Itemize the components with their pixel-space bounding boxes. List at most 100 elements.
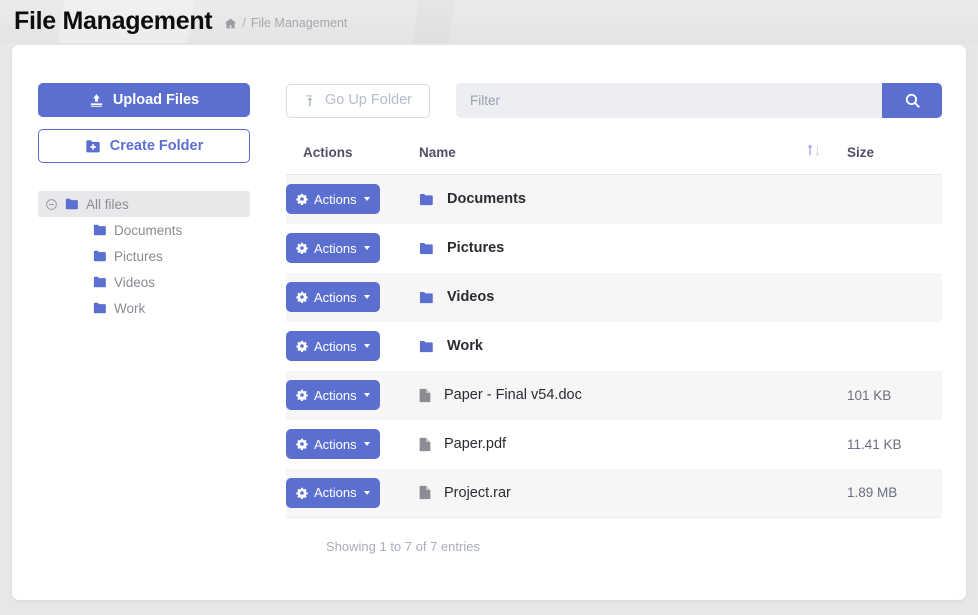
column-header-name[interactable]: Name [419,143,807,175]
table-row[interactable]: Actions Work [286,321,942,371]
row-actions-button[interactable]: Actions [286,380,380,410]
row-name-cell: Documents [419,175,807,224]
tree-item-work[interactable]: Work [38,295,250,321]
row-name-label: Work [447,338,483,354]
table-row[interactable]: Actions Videos [286,272,942,322]
breadcrumb: / File Management [224,13,347,30]
row-actions-cell: Actions [286,469,419,518]
row-size-cell [847,175,942,224]
chevron-down-icon [363,246,370,250]
row-sort-spacer [807,322,847,371]
page-header: File Management / File Management [0,0,978,43]
chevron-down-icon [363,197,370,202]
search-icon [904,92,921,109]
table-row[interactable]: Actions Pictures [286,223,942,273]
row-actions-label: Actions [314,289,357,305]
tree-item-label: Documents [114,222,183,238]
folder-icon [93,276,107,288]
go-up-folder-label: Go Up Folder [324,92,413,109]
row-name-cell: Videos [419,273,807,322]
row-name-label: Paper - Final v54.doc [444,387,582,403]
row-name-cell: Paper.pdf [419,420,807,469]
row-actions-cell: Actions [286,371,419,420]
row-name-cell: Paper - Final v54.doc [419,371,807,420]
row-size-cell [847,322,942,371]
home-icon[interactable] [224,17,237,30]
folder-icon [419,340,434,353]
gear-icon [296,487,308,499]
row-actions-label: Actions [314,240,357,256]
row-actions-label: Actions [314,338,357,354]
gear-icon [296,340,308,352]
row-actions-button[interactable]: Actions [286,184,380,215]
folder-icon [93,224,107,236]
folder-plus-icon [85,139,101,154]
column-header-actions: Actions [286,143,419,175]
table-row[interactable]: Actions Documents [286,174,942,224]
gear-icon [296,193,308,206]
folder-icon [93,250,107,262]
page-title: File Management [14,7,213,35]
row-sort-spacer [807,224,847,273]
row-size-cell [847,273,942,322]
row-sort-spacer [807,469,847,518]
row-name-label: Project.rar [444,484,511,501]
tree-item-pictures[interactable]: Pictures [38,243,250,269]
go-up-folder-button[interactable]: Go Up Folder [286,83,430,118]
folder-tree: All files Documents Pictures Videos Work [38,191,250,321]
upload-files-button[interactable]: Upload Files [38,83,250,117]
row-actions-button[interactable]: Actions [286,429,380,459]
row-actions-button[interactable]: Actions [286,233,380,263]
folder-icon [93,302,107,314]
table-row[interactable]: Actions [286,370,942,420]
tree-item-label: All files [86,196,129,212]
folder-icon [419,242,434,255]
row-name-cell: Project.rar [419,469,807,518]
breadcrumb-separator: / [242,16,246,30]
row-name-label: Videos [447,289,495,305]
column-header-sort[interactable] [807,143,847,175]
row-actions-button[interactable]: Actions [286,282,380,312]
chevron-down-icon [363,442,370,446]
tree-item-all-files[interactable]: All files [38,191,250,217]
toolbar: Go Up Folder [286,83,942,118]
minus-circle-icon[interactable] [45,198,58,211]
folder-icon [419,291,434,304]
chevron-down-icon [363,490,370,495]
column-header-size: Size [847,143,942,175]
row-actions-cell: Actions [286,224,419,273]
content-card: Upload Files Create Folder All files Doc… [12,45,966,600]
table-body: Actions Documents Actions Pictures Actio… [286,174,942,518]
create-folder-label: Create Folder [109,137,204,154]
table-row[interactable]: Actions [286,468,942,518]
table-header-row: Actions Name Size [286,143,942,175]
row-actions-cell: Actions [286,322,419,371]
upload-files-label: Upload Files [112,91,200,108]
row-name-label: Documents [447,191,526,208]
file-icon [419,388,431,403]
row-sort-spacer [807,175,847,224]
file-icon [419,485,431,500]
gear-icon [296,438,308,450]
row-name-label: Pictures [447,240,505,256]
row-name-cell: Pictures [419,224,807,273]
tree-item-videos[interactable]: Videos [38,269,250,295]
row-actions-button[interactable]: Actions [286,331,380,361]
gear-icon [296,389,308,401]
table-footer-info: Showing 1 to 7 of 7 entries [326,539,480,554]
row-actions-cell: Actions [286,175,419,224]
row-actions-button[interactable]: Actions [286,477,380,508]
chevron-down-icon [363,344,370,348]
folder-icon [419,193,434,206]
row-actions-label: Actions [314,191,357,207]
filter-input[interactable] [456,83,882,118]
search-button[interactable] [882,83,942,118]
tree-item-documents[interactable]: Documents [38,217,250,243]
row-name-cell: Work [419,322,807,371]
table-head: Actions Name Size [286,143,942,175]
table-row[interactable]: Actions [286,419,942,469]
row-actions-label: Actions [314,387,357,403]
folder-icon [65,198,79,210]
create-folder-button[interactable]: Create Folder [38,129,250,163]
sort-ascending-icon[interactable] [807,143,821,158]
